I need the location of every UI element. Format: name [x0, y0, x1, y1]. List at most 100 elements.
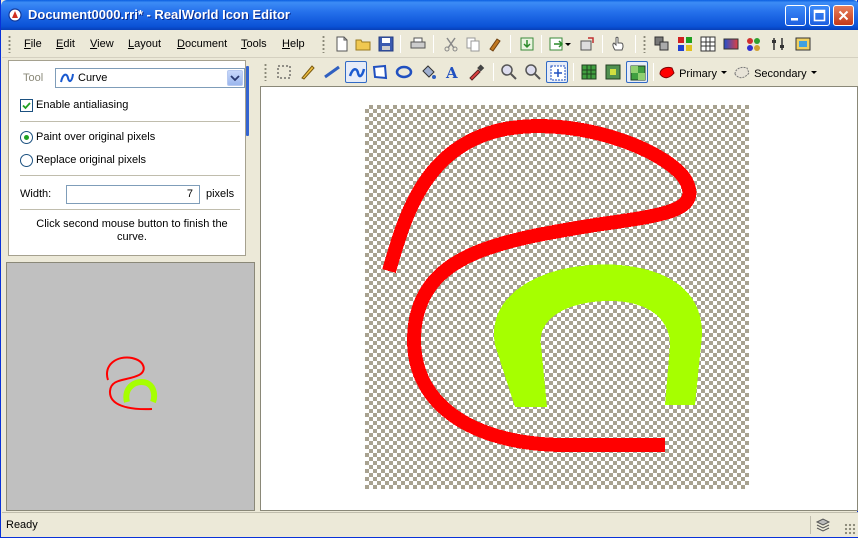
resize-grip[interactable]: [844, 523, 856, 535]
maximize-icon: [813, 9, 826, 22]
chevron-down-icon: [810, 71, 817, 74]
secondary-color-button[interactable]: Secondary: [733, 65, 818, 81]
menu-edit[interactable]: Edit: [56, 38, 75, 50]
maximize-button[interactable]: [809, 5, 830, 26]
zoom-in-button[interactable]: [498, 61, 520, 83]
toolbar-grip[interactable]: [322, 35, 325, 53]
checkmark-icon: [22, 102, 31, 110]
replace-radio[interactable]: [20, 154, 33, 167]
icon-canvas[interactable]: [365, 105, 749, 489]
new-document-icon[interactable]: [333, 35, 351, 53]
eyedropper-tool-button[interactable]: [465, 61, 487, 83]
divider: [20, 175, 240, 176]
menu-view[interactable]: View: [90, 38, 114, 50]
line-icon: [324, 65, 340, 79]
tool-select-dropdown[interactable]: [227, 70, 243, 86]
background-icon: [630, 65, 646, 81]
toolbar-grip[interactable]: [264, 63, 267, 81]
menu-toolbar-row: File Edit View Layout Document Tools Hel…: [2, 30, 858, 58]
title-bar[interactable]: Document0000.rri* - RealWorld Icon Edito…: [1, 0, 858, 30]
divider: [20, 121, 240, 122]
chevron-down-icon: [230, 75, 240, 82]
fit-view-button[interactable]: [546, 61, 568, 83]
grid-icon[interactable]: [699, 35, 717, 53]
pixel-grid-icon: [581, 64, 597, 80]
paint-over-radio[interactable]: [20, 131, 33, 144]
app-window: Document0000.rri* - RealWorld Icon Edito…: [0, 0, 858, 538]
drawing-toolbar: A Primary Secondary: [260, 58, 858, 86]
window-title: Document0000.rri* - RealWorld Icon Edito…: [28, 7, 290, 22]
width-input[interactable]: 7: [66, 185, 200, 204]
curve-tool-button[interactable]: [345, 61, 367, 83]
copy-icon[interactable]: [464, 35, 482, 53]
save-icon[interactable]: [377, 35, 395, 53]
paint-over-label: Paint over original pixels: [36, 131, 156, 143]
tool-options-panel: Tool Curve Enable antialiasing Paint ove…: [8, 60, 246, 256]
status-panel: [810, 516, 831, 534]
tool-select[interactable]: Curve: [55, 68, 245, 88]
divider: [20, 209, 240, 210]
color-grid-icon[interactable]: [676, 35, 694, 53]
cut-icon[interactable]: [442, 35, 460, 53]
layers-icon[interactable]: [653, 35, 671, 53]
zoom-out-button[interactable]: [522, 61, 544, 83]
text-icon: A: [445, 64, 458, 81]
menu-help[interactable]: Help: [282, 38, 305, 50]
grid-view-button[interactable]: [578, 61, 600, 83]
menu-layout[interactable]: Layout: [128, 38, 161, 50]
curve-icon: [348, 68, 366, 78]
shape-tool-button[interactable]: [369, 61, 391, 83]
hand-icon[interactable]: [609, 35, 627, 53]
print-icon[interactable]: [409, 35, 427, 53]
secondary-color-label: Secondary: [754, 68, 807, 80]
fill-tool-button[interactable]: [417, 61, 439, 83]
status-text: Ready: [6, 519, 38, 531]
tool-hint: Click second mouse button to finish the …: [36, 218, 228, 243]
layers-stack-icon: [815, 518, 831, 532]
eyedropper-icon: [469, 64, 485, 81]
toolbar-grip[interactable]: [643, 35, 646, 53]
filmstrip-icon[interactable]: [794, 35, 812, 53]
menu-file[interactable]: File: [24, 38, 42, 50]
primary-color-button[interactable]: Primary: [658, 65, 728, 81]
minimize-button[interactable]: [785, 5, 806, 26]
pencil-icon: [301, 65, 315, 80]
background-view-button[interactable]: [626, 61, 648, 83]
panel-scrollbar[interactable]: [246, 66, 249, 136]
batch-icon[interactable]: [578, 35, 596, 53]
open-folder-icon[interactable]: [354, 35, 372, 53]
menu-tools[interactable]: Tools: [241, 38, 267, 50]
preview-image: [105, 356, 158, 411]
secondary-color-icon: [734, 66, 750, 79]
primary-color-label: Primary: [679, 68, 717, 80]
tool-select-value: Curve: [78, 72, 108, 84]
import-icon[interactable]: [518, 35, 536, 53]
text-tool-button[interactable]: A: [441, 61, 463, 83]
chevron-down-icon[interactable]: [564, 35, 572, 53]
antialias-checkbox[interactable]: [20, 99, 33, 112]
zoom-in-icon: [501, 64, 517, 80]
tile-view-button[interactable]: [602, 61, 624, 83]
paste-icon[interactable]: [486, 35, 504, 53]
adjust-icon[interactable]: [769, 35, 787, 53]
gradient-icon[interactable]: [722, 35, 740, 53]
minimize-icon: [791, 18, 798, 21]
close-button[interactable]: [833, 5, 854, 26]
app-icon: [8, 8, 22, 22]
replace-label: Replace original pixels: [36, 154, 147, 166]
chevron-down-icon: [721, 71, 728, 74]
fill-bucket-icon: [422, 65, 436, 79]
pencil-tool-button[interactable]: [297, 61, 319, 83]
line-tool-button[interactable]: [321, 61, 343, 83]
palette-icon[interactable]: [745, 35, 763, 53]
select-tool-button[interactable]: [273, 61, 295, 83]
ellipse-tool-button[interactable]: [393, 61, 415, 83]
toolbar-grip[interactable]: [8, 35, 11, 53]
menu-document[interactable]: Document: [177, 38, 227, 50]
close-icon: [838, 10, 849, 21]
curve-icon: [60, 73, 74, 83]
fit-view-icon: [550, 65, 566, 81]
width-unit-label: pixels: [206, 188, 235, 200]
canvas-drawing[interactable]: [365, 105, 749, 489]
canvas-area[interactable]: [260, 86, 858, 511]
